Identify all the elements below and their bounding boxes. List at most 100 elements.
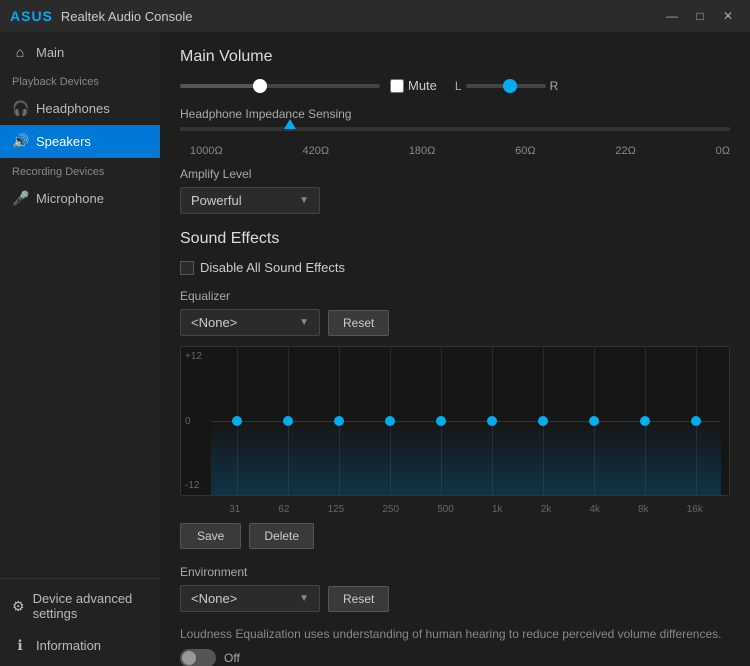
environment-label: Environment [180, 565, 730, 579]
main-content: Main Volume Mute Balance L R [160, 32, 750, 666]
eq-freq-2: 125 [328, 504, 345, 515]
mute-label: Mute [408, 78, 437, 93]
sidebar-item-main[interactable]: ⌂ Main [0, 36, 160, 68]
eq-band-9[interactable] [670, 347, 721, 495]
title-bar-controls: — □ ✕ [660, 6, 740, 26]
sound-effects-heading: Sound Effects [180, 230, 730, 248]
environment-preset-value: <None> [191, 591, 237, 606]
eq-controls: <None> ▼ Reset [180, 309, 730, 336]
mute-checkbox[interactable] [390, 79, 404, 93]
title-bar: ASUS Realtek Audio Console — □ ✕ [0, 0, 750, 32]
eq-action-buttons: Save Delete [180, 523, 730, 549]
amplify-value: Powerful [191, 193, 242, 208]
eq-freq-1: 62 [278, 504, 289, 515]
headphone-icon: 🎧 [12, 100, 28, 117]
amplify-select[interactable]: Powerful ▼ [180, 187, 320, 214]
minimize-button[interactable]: — [660, 6, 684, 26]
loudness-toggle[interactable] [180, 649, 216, 666]
maximize-button[interactable]: □ [688, 6, 712, 26]
environment-reset-button[interactable]: Reset [328, 586, 389, 612]
eq-visualizer: +12 0 -12 [180, 346, 730, 496]
impedance-marker-3: 60Ω [515, 145, 535, 157]
close-button[interactable]: ✕ [716, 6, 740, 26]
impedance-markers: 1000Ω 420Ω 180Ω 60Ω 22Ω 0Ω [190, 145, 730, 157]
sidebar-item-microphone[interactable]: 🎤 Microphone [0, 182, 160, 215]
sound-effects-section: Sound Effects Disable All Sound Effects … [180, 230, 730, 666]
sidebar-information-label: Information [36, 638, 101, 653]
sidebar-speakers-label: Speakers [36, 134, 91, 149]
balance-left-label: L [455, 79, 462, 93]
eq-freq-4: 500 [437, 504, 454, 515]
eq-scale-labels: +12 0 -12 [185, 347, 202, 495]
eq-band-8[interactable] [619, 347, 670, 495]
sidebar-microphone-label: Microphone [36, 191, 104, 206]
eq-freq-3: 250 [382, 504, 399, 515]
main-volume-section: Main Volume Mute Balance L R [180, 48, 730, 214]
impedance-label: Headphone Impedance Sensing [180, 107, 730, 121]
eq-band-7[interactable] [568, 347, 619, 495]
eq-reset-button[interactable]: Reset [328, 310, 389, 336]
environment-chevron-icon: ▼ [299, 593, 309, 604]
eq-band-5[interactable] [466, 347, 517, 495]
eq-label: Equalizer [180, 289, 730, 303]
sidebar-headphones-label: Headphones [36, 101, 110, 116]
impedance-marker-0: 1000Ω [190, 145, 223, 157]
eq-freq-9: 16k [687, 504, 703, 515]
eq-band-2[interactable] [313, 347, 364, 495]
loudness-toggle-knob [182, 651, 196, 665]
environment-preset-select[interactable]: <None> ▼ [180, 585, 320, 612]
impedance-marker-1: 420Ω [302, 145, 329, 157]
volume-slider[interactable] [180, 84, 380, 88]
app-title: Realtek Audio Console [61, 9, 193, 24]
app-body: ⌂ Main Playback Devices 🎧 Headphones 🔊 S… [0, 32, 750, 666]
loudness-toggle-row: Off [180, 649, 730, 666]
eq-freq-0: 31 [229, 504, 240, 515]
sidebar-item-speakers[interactable]: 🔊 Speakers [0, 125, 160, 158]
eq-save-button[interactable]: Save [180, 523, 241, 549]
balance-right-label: R [550, 79, 559, 93]
sidebar-item-device-advanced[interactable]: ⚙ Device advanced settings [0, 583, 160, 629]
eq-freq-7: 4k [589, 504, 600, 515]
eq-delete-button[interactable]: Delete [249, 523, 314, 549]
eq-band-1[interactable] [262, 347, 313, 495]
eq-scale-middle: 0 [185, 416, 202, 427]
sidebar: ⌂ Main Playback Devices 🎧 Headphones 🔊 S… [0, 32, 160, 666]
sidebar-main-label: Main [36, 45, 64, 60]
disable-sound-effects-row: Disable All Sound Effects [180, 260, 730, 275]
eq-freq-5: 1k [492, 504, 503, 515]
impedance-marker-2: 180Ω [409, 145, 436, 157]
eq-freq-6: 2k [541, 504, 552, 515]
loudness-info-text: Loudness Equalization uses understanding… [180, 626, 730, 643]
eq-preset-value: <None> [191, 315, 237, 330]
amplify-label: Amplify Level [180, 167, 730, 181]
asus-logo: ASUS [10, 8, 53, 24]
microphone-icon: 🎤 [12, 190, 28, 207]
chevron-down-icon: ▼ [299, 195, 309, 206]
eq-scale-top: +12 [185, 351, 202, 362]
eq-freq-labels: 31 62 125 250 500 1k 2k 4k 8k 16k [210, 504, 722, 515]
eq-band-0[interactable] [211, 347, 262, 495]
eq-chevron-icon: ▼ [299, 317, 309, 328]
home-icon: ⌂ [12, 44, 28, 60]
eq-preset-select[interactable]: <None> ▼ [180, 309, 320, 336]
disable-sound-effects-checkbox[interactable] [180, 261, 194, 275]
impedance-marker-5: 0Ω [716, 145, 730, 157]
recording-section-label: Recording Devices [0, 158, 160, 182]
eq-scale-bottom: -12 [185, 480, 202, 491]
impedance-container: 1000Ω 420Ω 180Ω 60Ω 22Ω 0Ω [180, 127, 730, 157]
eq-bars-area[interactable] [211, 347, 721, 495]
eq-band-3[interactable] [364, 347, 415, 495]
settings-icon: ⚙ [12, 598, 25, 615]
loudness-toggle-label: Off [224, 651, 240, 665]
balance-section: Balance L R [455, 79, 558, 93]
eq-band-4[interactable] [415, 347, 466, 495]
info-icon: ℹ [12, 637, 28, 654]
sidebar-device-advanced-label: Device advanced settings [33, 591, 148, 621]
sidebar-item-information[interactable]: ℹ Information [0, 629, 160, 662]
eq-freq-8: 8k [638, 504, 649, 515]
playback-section-label: Playback Devices [0, 68, 160, 92]
sidebar-item-headphones[interactable]: 🎧 Headphones [0, 92, 160, 125]
impedance-slider[interactable] [180, 127, 730, 131]
balance-slider[interactable] [466, 84, 546, 88]
eq-band-6[interactable] [517, 347, 568, 495]
